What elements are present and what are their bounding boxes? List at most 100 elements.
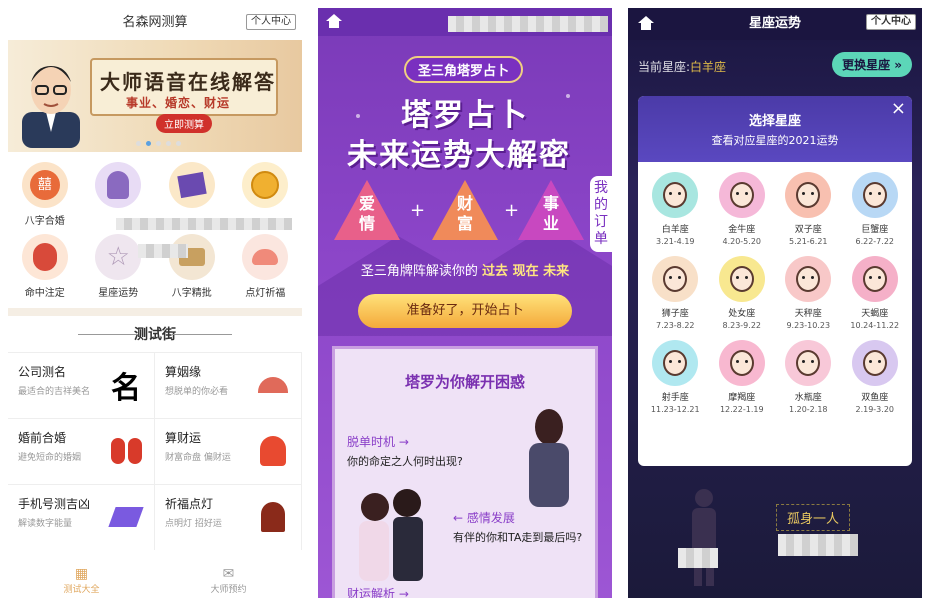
- cube-icon: [106, 497, 146, 537]
- zodiac-avatar-icon: [785, 340, 832, 386]
- sign-date: 4.20-5.20: [722, 237, 761, 246]
- zodiac-avatar-icon: [851, 340, 898, 386]
- icon-item-3[interactable]: [155, 162, 229, 226]
- blurred-region: [138, 244, 188, 258]
- banner[interactable]: 大师语音在线解答 事业、婚恋、财运 立即测算: [8, 40, 302, 152]
- grid-cell-pray-lamp[interactable]: 祈福点灯 点明灯 招好运: [155, 484, 302, 550]
- sign-item[interactable]: 金牛座 4.20-5.20: [709, 172, 776, 246]
- tab-bar: ▦ 测试大全 ✉ 大师预约: [8, 562, 302, 598]
- double-happiness-icon: 囍: [21, 162, 68, 208]
- banner-cta-button[interactable]: 立即测算: [156, 114, 212, 133]
- zodiac-avatar-icon: [652, 340, 699, 386]
- lamp-icon: [253, 497, 293, 537]
- modal-title: 选择星座: [748, 114, 801, 129]
- sign-date: 3.21-4.19: [655, 237, 695, 246]
- icon-item-bazi-hehun[interactable]: 囍 八字合婚: [8, 162, 82, 227]
- change-sign-button[interactable]: 更换星座 »: [832, 52, 912, 77]
- sign-item[interactable]: 狮子座 7.23-8.22: [642, 256, 709, 330]
- sign-item[interactable]: 白羊座 3.21-4.19: [642, 172, 709, 246]
- zodiac-avatar-icon: [718, 256, 765, 302]
- zodiac-avatar-icon: [718, 172, 765, 218]
- start-divination-button[interactable]: 准备好了，开始占卜: [358, 294, 572, 328]
- sign-date: 5.21-6.21: [788, 237, 828, 246]
- icon-label: 命中注定: [24, 288, 65, 299]
- icon-label: 点灯祈福: [245, 288, 286, 299]
- triangle-love-label: 爱情: [358, 194, 375, 233]
- tagline-prefix: 圣三角牌阵解读你的: [360, 264, 478, 279]
- grid-cell-phone[interactable]: 手机号测吉凶 解读数字能量: [8, 484, 155, 550]
- sign-date: 11.23-12.21: [650, 405, 700, 414]
- topic-single: 脱单时机 →: [347, 435, 409, 449]
- chat-icon: ✉: [222, 565, 235, 582]
- top-bar: 星座运势 个人中心: [628, 8, 922, 40]
- icon-item-2[interactable]: [82, 162, 156, 226]
- icon-label: 星座运势: [98, 288, 139, 299]
- star-icon: ☆: [95, 234, 142, 280]
- wealth-god-icon: [253, 431, 293, 471]
- lotus-lamp-icon: [242, 234, 289, 280]
- sign-item[interactable]: 天蝎座 10.24-11.22: [842, 256, 909, 330]
- zodiac-avatar-icon: [785, 256, 832, 302]
- sign-date: 7.23-8.22: [655, 321, 695, 330]
- sign-date: 6.22-7.22: [855, 237, 894, 246]
- top-bar: [318, 8, 612, 36]
- plus-icon: +: [410, 200, 426, 221]
- grid-cell-wealth[interactable]: 算财运 财富命盘 偏财运: [155, 418, 302, 484]
- silhouette-illustration: [692, 489, 716, 586]
- coin-icon: [242, 162, 289, 208]
- sign-date: 12.22-1.19: [719, 405, 764, 414]
- banner-dots[interactable]: [136, 141, 181, 146]
- sign-item[interactable]: 天秤座 9.23-10.23: [775, 256, 842, 330]
- sign-date: 8.23-9.22: [722, 321, 761, 330]
- icon-label: 八字合婚: [24, 216, 65, 227]
- my-orders-tab[interactable]: 我的订单: [590, 176, 612, 252]
- tagline: 圣三角牌阵解读你的 过去 现在 未来: [318, 260, 612, 279]
- user-center-button[interactable]: 个人中心: [246, 14, 296, 30]
- grid-cell-premarital[interactable]: 婚前合婚 避免短命的婚姻: [8, 418, 155, 484]
- sign-name: 射手座: [661, 393, 689, 403]
- zodiac-avatar-icon: [851, 256, 898, 302]
- modal-subtitle: 查看对应星座的2021运势: [711, 134, 839, 147]
- tarot-info-card: 塔罗为你解开困惑 脱单时机 → 你的命定之人何时出现? ← 感情发展 有伴的你和…: [332, 346, 598, 598]
- sign-item[interactable]: 射手座 11.23-12.21: [642, 340, 709, 414]
- sign-name: 处女座: [728, 309, 756, 319]
- home-icon[interactable]: [638, 16, 654, 30]
- section-title: 测试街: [8, 316, 302, 352]
- close-icon[interactable]: ×: [891, 98, 906, 119]
- sign-item[interactable]: 摩羯座 12.22-1.19: [709, 340, 776, 414]
- sign-name: 水瓶座: [794, 393, 822, 403]
- grid-cell-company-name[interactable]: 公司测名 最适合的吉祥美名 名: [8, 352, 155, 418]
- sign-name: 摩羯座: [728, 393, 756, 403]
- plus-icon: +: [504, 200, 520, 221]
- icon-item-mingzhong[interactable]: 命中注定: [8, 234, 82, 299]
- sign-name: 巨蟹座: [861, 225, 889, 235]
- mascot-icon: [21, 234, 68, 280]
- current-sign-value: 白羊座: [690, 60, 727, 74]
- icon-item-diandeng[interactable]: 点灯祈福: [229, 234, 303, 299]
- user-center-button[interactable]: 个人中心: [866, 14, 916, 30]
- icon-label: 八字精批: [171, 288, 212, 299]
- blurred-region: [778, 534, 858, 556]
- woman-illustration: [529, 409, 569, 507]
- tab-label: 大师预约: [210, 584, 247, 595]
- sign-date: 10.24-11.22: [850, 321, 900, 330]
- icon-item-4[interactable]: [229, 162, 303, 226]
- sign-name: 双子座: [794, 225, 822, 235]
- tab-test-all[interactable]: ▦ 测试大全: [8, 562, 155, 598]
- sign-item[interactable]: 巨蟹座 6.22-7.22: [842, 172, 909, 246]
- sign-item[interactable]: 双鱼座 2.19-3.20: [842, 340, 909, 414]
- home-icon[interactable]: [326, 14, 342, 28]
- person-icon: [95, 162, 142, 208]
- sign-item[interactable]: 处女座 8.23-9.22: [709, 256, 776, 330]
- zodiac-avatar-icon: [652, 172, 699, 218]
- sign-item[interactable]: 水瓶座 1.20-2.18: [775, 340, 842, 414]
- grid-cell-marriage-fate[interactable]: 算姻缘 想脱单的你必看: [155, 352, 302, 418]
- tarot-pill: 圣三角塔罗占卜: [404, 56, 524, 83]
- card-title: 塔罗为你解开困惑: [404, 373, 525, 391]
- tagline-highlight: 过去 现在 未来: [482, 264, 570, 279]
- zodiac-avatar-icon: [718, 340, 765, 386]
- sign-item[interactable]: 双子座 5.21-6.21: [775, 172, 842, 246]
- sign-name: 天秤座: [794, 309, 822, 319]
- tab-master-booking[interactable]: ✉ 大师预约: [155, 562, 302, 598]
- banner-subline: 事业、婚恋、财运: [126, 96, 231, 110]
